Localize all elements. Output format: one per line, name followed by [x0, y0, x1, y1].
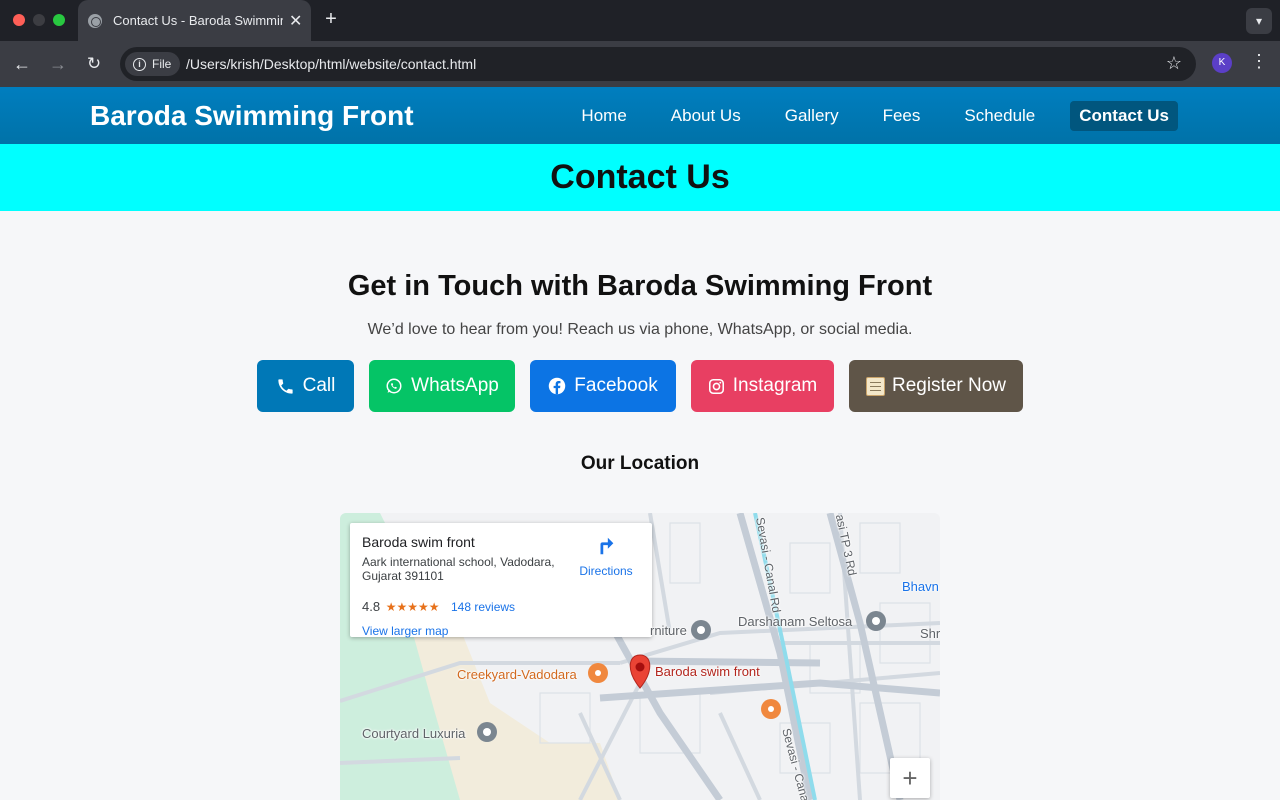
page-banner: Contact Us: [0, 144, 1280, 211]
reload-icon[interactable]: ↻: [82, 52, 106, 76]
tab-close-icon[interactable]: ✕: [289, 11, 302, 31]
site-nav: Home About Us Gallery Fees Schedule Cont…: [546, 101, 1178, 131]
location-title: Our Location: [580, 453, 700, 474]
site-header: Baroda Swimming Front Home About Us Gall…: [0, 87, 1280, 144]
map-label-courtyard[interactable]: Courtyard Luxuria: [362, 726, 465, 741]
nav-about-us[interactable]: About Us: [662, 101, 750, 131]
map-label-creekyard[interactable]: Creekyard-Vadodara: [457, 667, 577, 682]
facebook-label: Facebook: [574, 375, 658, 396]
place-address: Aark international school, Vadodara, Guj…: [362, 555, 555, 583]
contact-buttons: Call WhatsApp Facebook Instagram Registe…: [257, 360, 1023, 412]
browser-toolbar: ← → ↻ i File /Users/krish/Desktop/html/w…: [0, 41, 1280, 87]
map-label-darshanam: Darshanam Seltosa: [738, 614, 853, 629]
map-label-shr: Shr: [920, 626, 940, 641]
nav-contact-us[interactable]: Contact Us: [1070, 101, 1178, 131]
bookmark-star-icon[interactable]: ☆: [1166, 53, 1182, 74]
globe-icon: [88, 13, 102, 28]
site-info-label: File: [152, 57, 172, 71]
new-tab-button[interactable]: +: [321, 8, 341, 31]
register-now-button[interactable]: Register Now: [849, 360, 1023, 412]
browser-menu-icon[interactable]: ⋮: [1250, 51, 1268, 72]
directions-icon: [600, 537, 614, 555]
close-window-button[interactable]: [13, 14, 25, 26]
url-text[interactable]: /Users/krish/Desktop/html/website/contac…: [186, 56, 476, 72]
call-label: Call: [302, 375, 336, 396]
minimize-window-button[interactable]: [33, 14, 45, 26]
embedded-map[interactable]: Baroda swim front Aark international sch…: [340, 513, 940, 800]
map-label-pin[interactable]: Baroda swim front: [655, 664, 760, 679]
whatsapp-icon: [386, 378, 402, 394]
forward-arrow-icon[interactable]: →: [46, 52, 70, 76]
directions-label: Directions: [579, 564, 633, 578]
register-label: Register Now: [891, 375, 1007, 396]
address-bar[interactable]: i File /Users/krish/Desktop/html/website…: [120, 47, 1196, 81]
info-icon: i: [133, 57, 146, 71]
directions-button[interactable]: Directions: [578, 535, 634, 578]
rating-value: 4.8: [362, 599, 381, 614]
tab-search-button[interactable]: ▾: [1246, 8, 1272, 34]
facebook-button[interactable]: Facebook: [530, 360, 676, 412]
reviews-link[interactable]: 148 reviews: [451, 600, 515, 614]
site-brand[interactable]: Baroda Swimming Front: [90, 100, 414, 132]
call-button[interactable]: Call: [257, 360, 354, 412]
place-card: Baroda swim front Aark international sch…: [350, 523, 652, 638]
tab-title: Contact Us - Baroda Swimming Front: [113, 13, 283, 28]
instagram-label: Instagram: [732, 375, 818, 396]
place-name: Baroda swim front: [362, 534, 475, 550]
back-arrow-icon[interactable]: ←: [10, 52, 34, 76]
phone-icon: [278, 378, 293, 394]
place-rating: 4.8 ★★★★★: [362, 599, 440, 614]
memo-icon: [865, 376, 885, 396]
instagram-button[interactable]: Instagram: [691, 360, 834, 412]
instagram-icon: [708, 378, 724, 394]
zoom-in-button[interactable]: +: [890, 758, 930, 798]
whatsapp-button[interactable]: WhatsApp: [369, 360, 515, 412]
nav-schedule[interactable]: Schedule: [955, 101, 1044, 131]
view-larger-map-link[interactable]: View larger map: [362, 624, 448, 638]
browser-tab[interactable]: Contact Us - Baroda Swimming Front ✕: [78, 0, 311, 41]
contact-headline: Get in Touch with Baroda Swimming Front: [347, 270, 933, 302]
browser-tabstrip: Contact Us - Baroda Swimming Front ✕ + ▾: [0, 0, 1280, 41]
maximize-window-button[interactable]: [53, 14, 65, 26]
profile-avatar[interactable]: K: [1212, 53, 1232, 73]
map-label-furniture: rniture: [650, 623, 687, 638]
site-info-chip[interactable]: i File: [125, 52, 181, 76]
contact-subtitle: We’d love to hear from you! Reach us via…: [367, 321, 913, 338]
page-title: Contact Us: [550, 158, 730, 196]
whatsapp-label: WhatsApp: [411, 375, 499, 396]
nav-fees[interactable]: Fees: [874, 101, 930, 131]
nav-gallery[interactable]: Gallery: [776, 101, 848, 131]
facebook-icon: [549, 377, 566, 395]
nav-home[interactable]: Home: [572, 101, 635, 131]
map-label-bhavn: Bhavn: [902, 579, 939, 594]
rating-stars-icon: ★★★★★: [385, 600, 440, 614]
